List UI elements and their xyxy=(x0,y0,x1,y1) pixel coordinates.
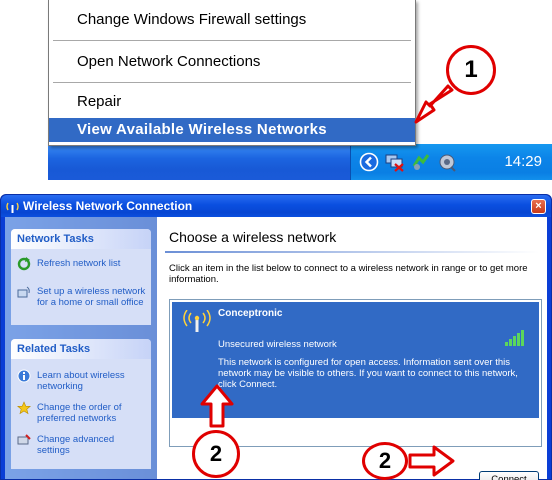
signal-strength-icon xyxy=(505,330,524,346)
title-bar[interactable]: Wireless Network Connection × xyxy=(1,195,551,217)
network-security-status: Unsecured wireless network xyxy=(218,339,337,350)
window-client-area: Network Tasks Refresh network list Set u… xyxy=(5,217,547,480)
change-order-preferred-networks-label: Change the order of preferred networks xyxy=(37,402,122,424)
menu-item-open-network-connections[interactable]: Open Network Connections xyxy=(49,50,415,74)
network-tasks-heading[interactable]: Network Tasks xyxy=(11,229,151,249)
menu-item-view-available-wireless-networks[interactable]: View Available Wireless Networks xyxy=(49,118,415,142)
taskbar: 14:29 xyxy=(48,144,552,180)
setup-network-icon xyxy=(17,286,30,298)
arrow-right-icon xyxy=(408,445,455,477)
menu-separator xyxy=(53,40,411,41)
wireless-network-connection-window: Wireless Network Connection × Network Ta… xyxy=(0,194,552,480)
network-tasks-box: Network Tasks Refresh network list Set u… xyxy=(11,229,151,325)
info-icon xyxy=(17,369,31,383)
step-2-callout-connect: 2 xyxy=(362,442,408,480)
advanced-settings-icon xyxy=(17,434,31,445)
tray-context-menu: Change Windows Firewall settings Open Ne… xyxy=(48,0,416,146)
setup-wireless-network-label: Set up a wireless network for a home or … xyxy=(37,286,146,308)
page-title: Choose a wireless network xyxy=(169,229,337,245)
related-tasks-heading[interactable]: Related Tasks xyxy=(11,339,151,359)
wireless-antenna-icon xyxy=(6,202,19,213)
menu-item-repair[interactable]: Repair xyxy=(49,90,415,114)
menu-separator xyxy=(53,82,411,83)
wireless-network-disconnected-icon[interactable] xyxy=(385,152,405,172)
step-2-callout-network-list: 2 xyxy=(192,430,240,478)
learn-about-wireless-label: Learn about wireless networking xyxy=(37,370,125,392)
close-button[interactable]: × xyxy=(531,199,546,214)
refresh-network-list-label: Refresh network list xyxy=(37,258,121,269)
clock[interactable]: 14:29 xyxy=(504,153,542,170)
refresh-icon xyxy=(17,257,31,271)
system-tray: 14:29 xyxy=(350,144,552,180)
show-hidden-icons-chevron-icon[interactable] xyxy=(359,152,379,172)
arrow-icon xyxy=(414,84,454,124)
change-advanced-settings-label: Change advanced settings xyxy=(37,434,115,456)
title-underline xyxy=(165,251,539,253)
window-title: Wireless Network Connection xyxy=(23,199,193,213)
menu-item-change-firewall-settings[interactable]: Change Windows Firewall settings xyxy=(49,8,415,32)
network-security-warning: This network is configured for open acce… xyxy=(218,357,518,390)
network-name: Conceptronic xyxy=(218,308,283,319)
volume-icon[interactable] xyxy=(437,152,457,172)
wireless-antenna-icon xyxy=(183,310,211,332)
instructions-text: Click an item in the list below to conne… xyxy=(169,263,528,285)
related-tasks-box: Related Tasks Learn about wireless netwo… xyxy=(11,339,151,469)
star-icon xyxy=(17,401,31,415)
connect-button[interactable]: Connect xyxy=(479,471,539,480)
safely-remove-hardware-icon[interactable] xyxy=(411,152,431,172)
task-pane: Network Tasks Refresh network list Set u… xyxy=(5,217,157,479)
arrow-up-icon xyxy=(200,384,234,428)
